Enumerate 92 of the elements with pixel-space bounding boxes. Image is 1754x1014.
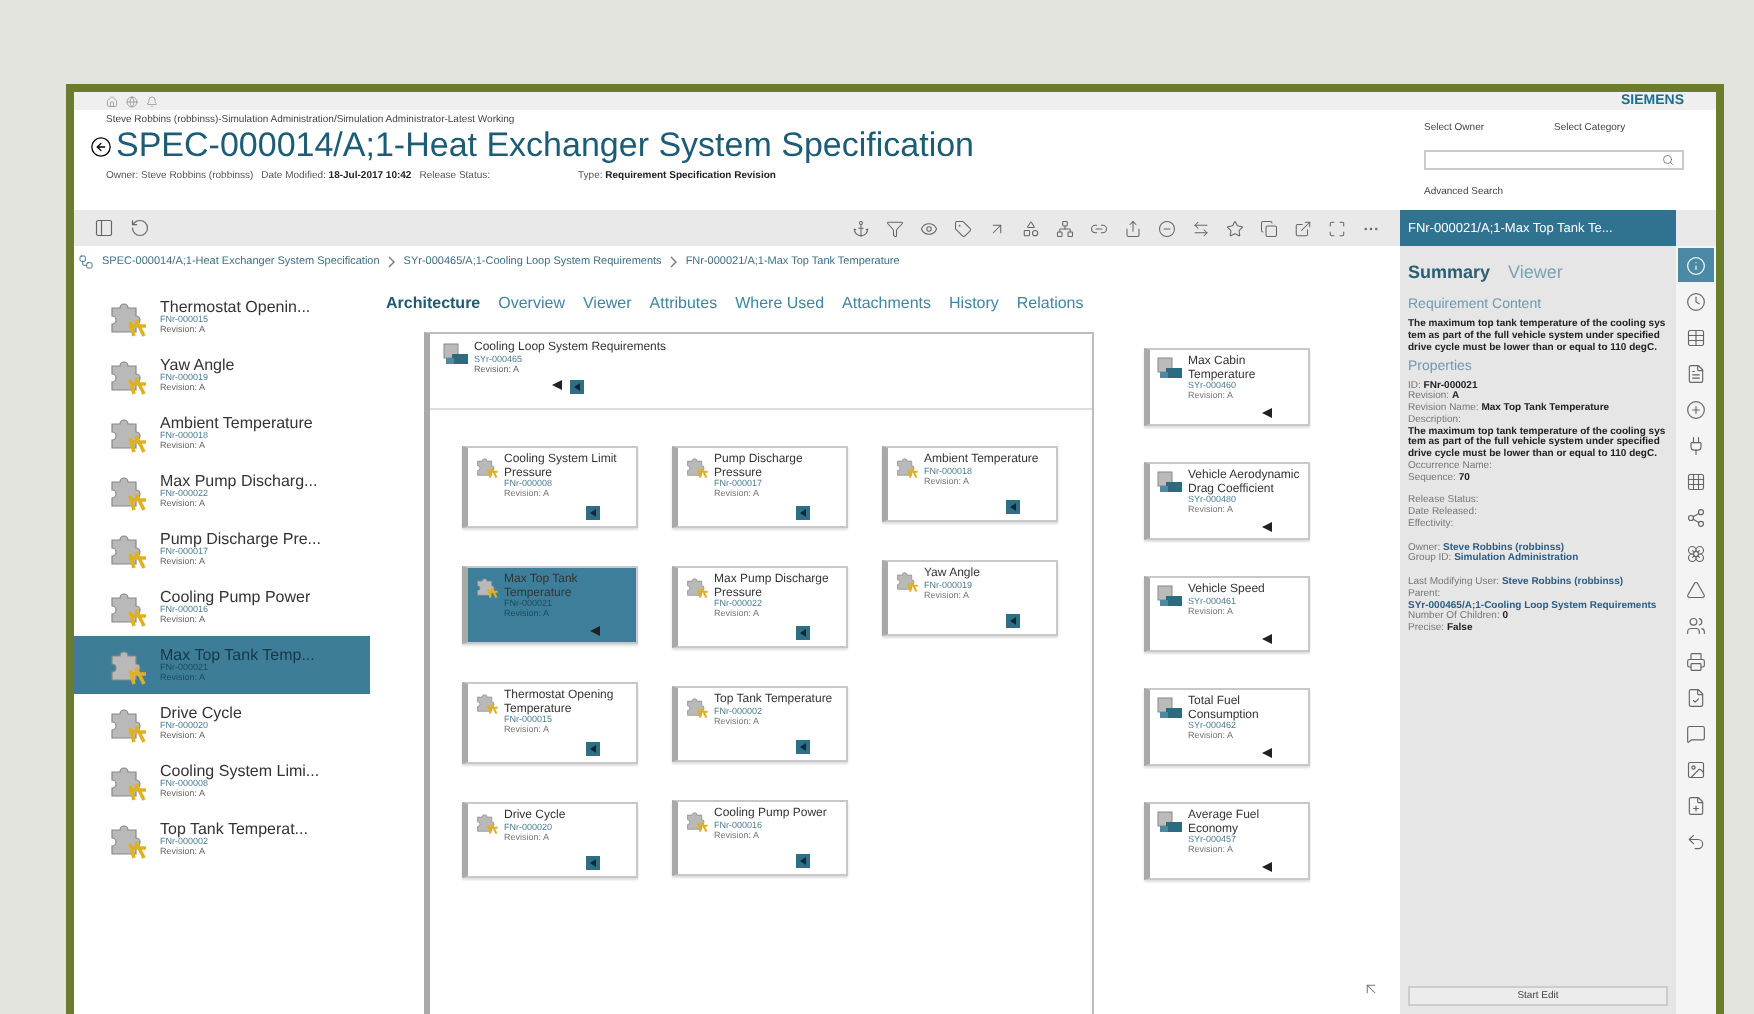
eye-icon[interactable]	[920, 219, 938, 237]
image-icon	[1686, 759, 1706, 779]
left-triangle-icon[interactable]	[552, 380, 562, 391]
puzzle-icon	[474, 574, 500, 601]
puzzle-icon	[684, 574, 710, 601]
document-icon	[1686, 363, 1706, 383]
tab[interactable]: Attributes	[649, 294, 718, 318]
arrow-icon[interactable]	[988, 219, 1006, 237]
refresh-icon[interactable]	[130, 218, 150, 238]
arrows-icon[interactable]	[1192, 219, 1210, 237]
item-name: Thermostat Openin...	[160, 299, 311, 316]
puzzle-icon	[894, 454, 920, 480]
tab[interactable]: Where Used	[735, 294, 825, 318]
fullscreen-icon[interactable]	[1328, 219, 1346, 237]
item-name: Pump Discharge Pre...	[160, 531, 321, 548]
expand-icon[interactable]	[796, 740, 810, 755]
expand-icon[interactable]	[796, 854, 810, 869]
puzzle-icon	[684, 694, 710, 721]
item-name: Cooling Pump Power	[160, 589, 311, 606]
share-icon	[1686, 507, 1706, 527]
link-icon[interactable]	[1090, 219, 1108, 237]
users-icon	[1686, 615, 1706, 635]
flower-icon	[1686, 543, 1706, 563]
page-title: SPEC-000014/A;1-Heat Exchanger System Specification	[116, 126, 975, 166]
expand-icon[interactable]	[586, 742, 600, 757]
puzzle-icon	[684, 808, 710, 835]
expand-icon[interactable]	[796, 626, 810, 641]
search-field[interactable]	[1424, 150, 1684, 170]
file-plus-icon	[1686, 795, 1706, 815]
left-triangle-icon[interactable]	[1262, 522, 1272, 533]
tab[interactable]: Architecture	[386, 294, 481, 318]
left-triangle-icon[interactable]	[1262, 748, 1272, 759]
tab[interactable]: Relations	[1016, 294, 1084, 318]
item-name: Cooling System Limi...	[160, 763, 320, 780]
left-triangle-icon[interactable]	[1262, 408, 1272, 419]
blocks-icon	[1156, 810, 1184, 835]
item-name: Yaw Angle	[160, 357, 235, 374]
tab[interactable]: History	[949, 294, 999, 318]
shapes-icon[interactable]	[1022, 219, 1040, 237]
item-name: Max Top Tank Temp...	[160, 647, 315, 664]
puzzle-icon	[684, 454, 710, 480]
external-link-icon[interactable]	[1294, 219, 1312, 237]
puzzle-icon	[474, 810, 500, 837]
comment-icon	[1686, 723, 1706, 743]
chevron-icon	[387, 256, 396, 268]
share-icon[interactable]	[1124, 219, 1142, 237]
blocks-icon	[1156, 696, 1184, 721]
collapse-icon[interactable]	[1362, 980, 1380, 998]
table-icon	[1686, 327, 1706, 347]
plus-circle-icon	[1686, 399, 1706, 419]
expand-icon[interactable]	[796, 506, 810, 521]
blocks-icon	[442, 342, 470, 366]
tab[interactable]: Attachments	[842, 294, 932, 318]
expand-icon[interactable]	[586, 506, 600, 521]
hierarchy-icon[interactable]	[1056, 219, 1074, 237]
minus-circle-icon[interactable]	[1158, 219, 1176, 237]
item-name: Ambient Temperature	[160, 415, 313, 432]
item-name: Max Pump Discharg...	[160, 473, 318, 490]
panel-tab[interactable]: Summary	[1408, 262, 1491, 283]
tag-icon[interactable]	[954, 219, 972, 237]
printer-icon	[1686, 651, 1706, 671]
star-icon[interactable]	[1226, 219, 1244, 237]
blocks-icon	[1156, 356, 1184, 380]
blocks-icon	[1156, 584, 1184, 609]
triangle-icon	[1686, 579, 1706, 599]
puzzle-icon	[894, 568, 920, 594]
structure-icon	[78, 254, 94, 270]
expand-icon[interactable]	[586, 856, 600, 871]
grid-icon	[1686, 471, 1706, 491]
copy-icon[interactable]	[1260, 219, 1278, 237]
tab[interactable]: Viewer	[582, 294, 632, 318]
expand-icon[interactable]	[570, 380, 584, 395]
puzzle-icon	[474, 454, 500, 480]
back-icon[interactable]	[90, 135, 112, 157]
clock-icon	[1686, 291, 1706, 311]
tab[interactable]: Overview	[498, 294, 565, 318]
anchor-icon[interactable]	[852, 219, 870, 237]
left-triangle-icon[interactable]	[1262, 634, 1272, 645]
plug-icon	[1686, 435, 1706, 455]
item-name: Top Tank Temperat...	[160, 821, 308, 838]
file-check-icon	[1686, 687, 1706, 707]
panel-icon[interactable]	[94, 218, 114, 238]
side-tool-button[interactable]	[1678, 248, 1714, 282]
info-icon	[1686, 255, 1706, 275]
left-triangle-icon[interactable]	[1262, 862, 1272, 873]
item-name: Drive Cycle	[160, 705, 242, 722]
filter-icon[interactable]	[886, 219, 904, 237]
chevron-icon	[669, 256, 678, 268]
puzzle-icon	[474, 690, 500, 717]
blocks-icon	[1156, 470, 1184, 495]
search-icon[interactable]	[1662, 154, 1674, 166]
undo-icon	[1686, 831, 1706, 851]
